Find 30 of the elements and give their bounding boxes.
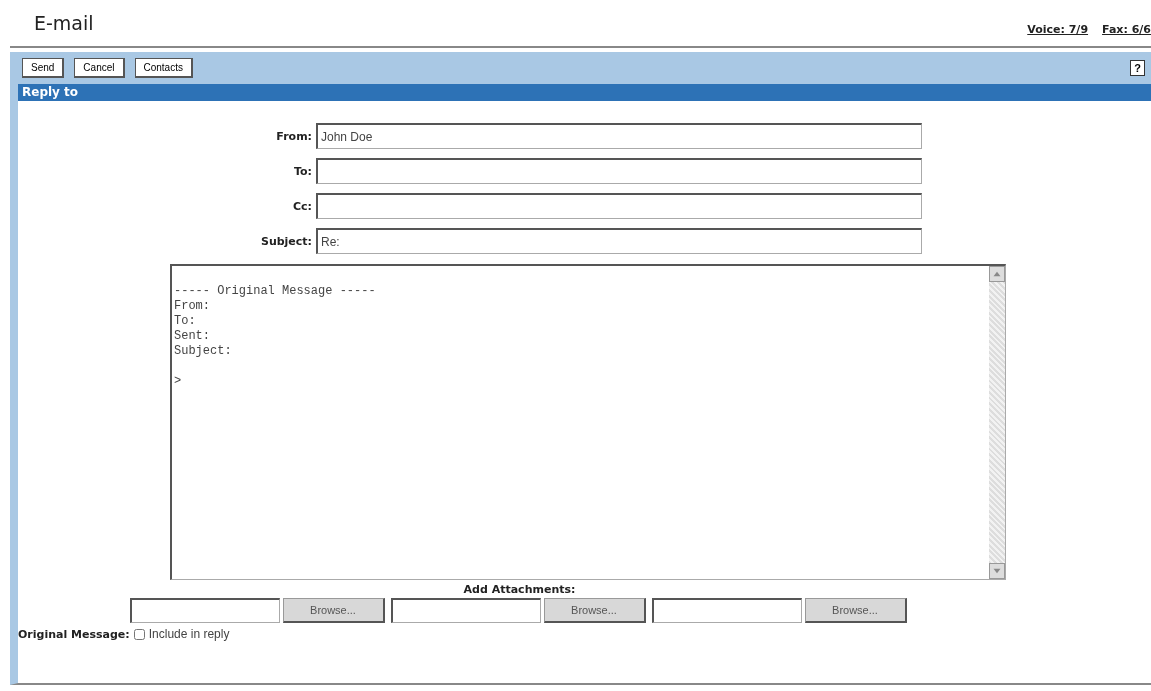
browse-button[interactable]: Browse... xyxy=(543,598,646,623)
header-link[interactable]: Voice: 7/9 xyxy=(1027,23,1089,36)
input-field[interactable] xyxy=(316,158,922,184)
scrollbar[interactable] xyxy=(989,266,1005,579)
page-title: E-mail xyxy=(34,12,94,36)
file-field[interactable] xyxy=(651,598,802,623)
header-link[interactable]: Fax: 6/6 xyxy=(1102,23,1151,36)
checkbox-label[interactable]: Include in reply xyxy=(148,627,230,641)
section-header: Reply to xyxy=(18,84,1151,101)
input-field[interactable]: John Doe xyxy=(316,123,922,149)
checkbox[interactable] xyxy=(133,628,145,640)
scroll-down-icon[interactable] xyxy=(989,563,1005,579)
help-button[interactable]: ? xyxy=(1130,60,1145,76)
message-field[interactable]: ----- Original Message ----- From: To: Sent: Subject: > xyxy=(170,264,1006,580)
scroll-up-icon[interactable] xyxy=(989,266,1005,282)
toolbar-button[interactable]: Contacts xyxy=(134,58,193,78)
attachments-label: Add Attachments: xyxy=(463,583,576,596)
toolbar-button[interactable]: Send xyxy=(22,58,65,78)
field-label: From: xyxy=(275,129,313,143)
option-label: Original Message: xyxy=(18,627,130,641)
input-field[interactable]: Re: xyxy=(316,228,922,254)
file-field[interactable] xyxy=(129,598,280,623)
toolbar-button[interactable]: Cancel xyxy=(74,58,125,78)
input-field[interactable] xyxy=(316,193,922,219)
field-label: Cc: xyxy=(292,199,313,213)
field-label: To: xyxy=(293,164,313,178)
browse-button[interactable]: Browse... xyxy=(804,598,907,623)
field-label: Subject: xyxy=(259,234,313,248)
browse-button[interactable]: Browse... xyxy=(282,598,385,623)
file-field[interactable] xyxy=(390,598,541,623)
